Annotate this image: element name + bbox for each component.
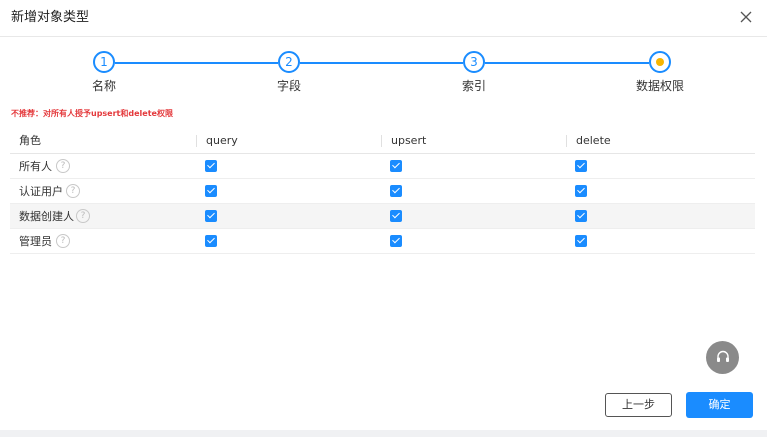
delete-checkbox[interactable]	[575, 160, 587, 172]
upsert-checkbox[interactable]	[390, 160, 402, 172]
delete-checkbox[interactable]	[575, 235, 587, 247]
role-name: 管理员	[19, 235, 52, 248]
table-row: 所有人 ?	[10, 154, 755, 179]
question-circle-icon[interactable]: ?	[56, 159, 70, 173]
upsert-checkbox[interactable]	[390, 210, 402, 222]
role-name: 认证用户	[19, 185, 63, 198]
column-header-query: query	[206, 134, 238, 147]
table-row: 认证用户 ?	[10, 179, 755, 204]
new-object-type-dialog: 新增对象类型 1 2 3 名称 字段 索引 数据权限 不推荐：对所有人授予ups…	[0, 0, 767, 430]
column-header-role: 角色	[19, 134, 41, 147]
confirm-button[interactable]: 确定	[686, 392, 753, 418]
delete-checkbox[interactable]	[575, 210, 587, 222]
stepper: 1 2 3 名称 字段 索引 数据权限	[0, 48, 767, 98]
previous-step-button[interactable]: 上一步	[605, 393, 672, 417]
upsert-checkbox[interactable]	[390, 235, 402, 247]
column-header-delete: delete	[576, 134, 611, 147]
column-divider	[566, 135, 567, 147]
table-row: 管理员 ?	[10, 229, 755, 254]
headset-icon	[716, 350, 729, 362]
upsert-checkbox[interactable]	[390, 185, 402, 197]
role-name: 所有人	[19, 160, 52, 173]
step-1-label: 名称	[91, 79, 116, 93]
step-connector	[300, 62, 463, 64]
query-checkbox[interactable]	[205, 185, 217, 197]
step-connector	[115, 62, 278, 64]
step-connector	[485, 62, 649, 64]
query-checkbox[interactable]	[205, 235, 217, 247]
table-header: 角色 query upsert delete	[10, 128, 755, 154]
delete-checkbox[interactable]	[575, 185, 587, 197]
step-2-label: 字段	[276, 79, 301, 93]
query-checkbox[interactable]	[205, 210, 217, 222]
step-3-indicator: 3	[463, 51, 485, 73]
step-4-indicator	[649, 51, 671, 73]
column-header-upsert: upsert	[391, 134, 427, 147]
permission-table: 角色 query upsert delete 所有人 ? 认证用户 ? 数据创建…	[10, 128, 755, 254]
close-icon[interactable]	[737, 8, 755, 26]
role-name: 数据创建人	[19, 210, 74, 223]
question-circle-icon[interactable]: ?	[76, 209, 90, 223]
permission-warning: 不推荐：对所有人授予upsert和delete权限	[11, 109, 173, 118]
step-3-label: 索引	[461, 79, 486, 93]
step-2-indicator: 2	[278, 51, 300, 73]
customer-support-button[interactable]	[706, 341, 739, 374]
dialog-title: 新增对象类型	[11, 10, 90, 25]
step-4-label: 数据权限	[635, 79, 684, 93]
column-divider	[196, 135, 197, 147]
column-divider	[381, 135, 382, 147]
question-circle-icon[interactable]: ?	[56, 234, 70, 248]
step-1-indicator: 1	[93, 51, 115, 73]
question-circle-icon[interactable]: ?	[66, 184, 80, 198]
dialog-header: 新增对象类型	[0, 0, 767, 37]
table-row: 数据创建人 ?	[10, 204, 755, 229]
query-checkbox[interactable]	[205, 160, 217, 172]
